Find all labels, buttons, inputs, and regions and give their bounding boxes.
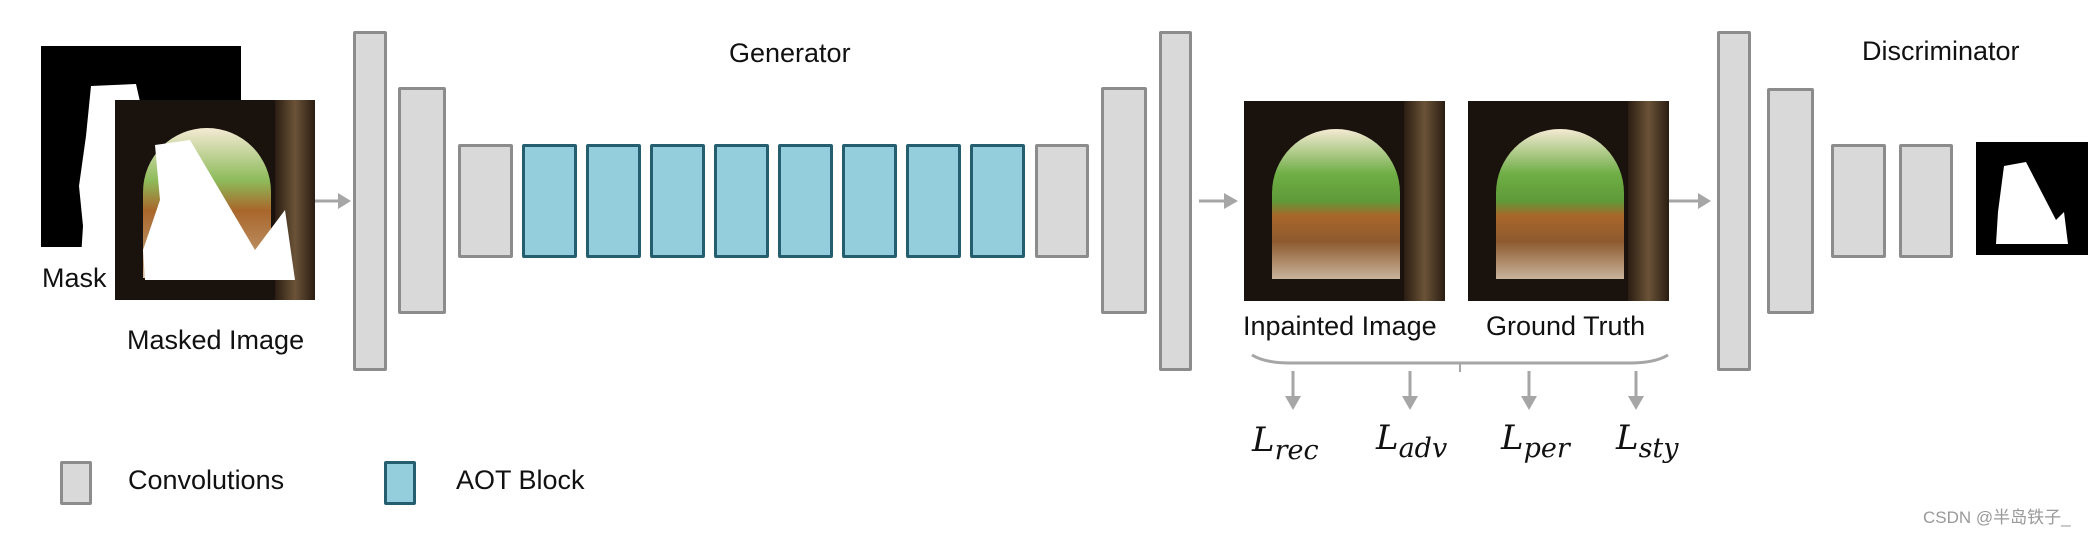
arrow-generator-output (1199, 193, 1238, 209)
loss-rec: Lrec (1252, 420, 1319, 466)
legend-conv-swatch (60, 461, 92, 505)
legend-conv-label: Convolutions (128, 465, 285, 495)
loss-sty: Lsty (1616, 418, 1679, 464)
loss-arrows (1285, 371, 1644, 410)
legend-aot-label: AOT Block (456, 465, 585, 495)
loss-adv: Ladv (1376, 418, 1448, 464)
legend-aot-swatch (384, 461, 416, 505)
loss-brace (1251, 353, 1669, 365)
arrow-to-discriminator (1669, 193, 1711, 209)
arrow-input (315, 193, 351, 209)
loss-per: Lper (1501, 418, 1570, 464)
loss-arrow-per (1521, 371, 1537, 410)
watermark: CSDN @半岛铁子_ (1923, 508, 2071, 527)
loss-arrow-sty (1628, 371, 1644, 410)
loss-arrow-adv (1402, 371, 1418, 410)
connectors (315, 193, 1711, 410)
loss-arrow-rec (1285, 371, 1301, 410)
